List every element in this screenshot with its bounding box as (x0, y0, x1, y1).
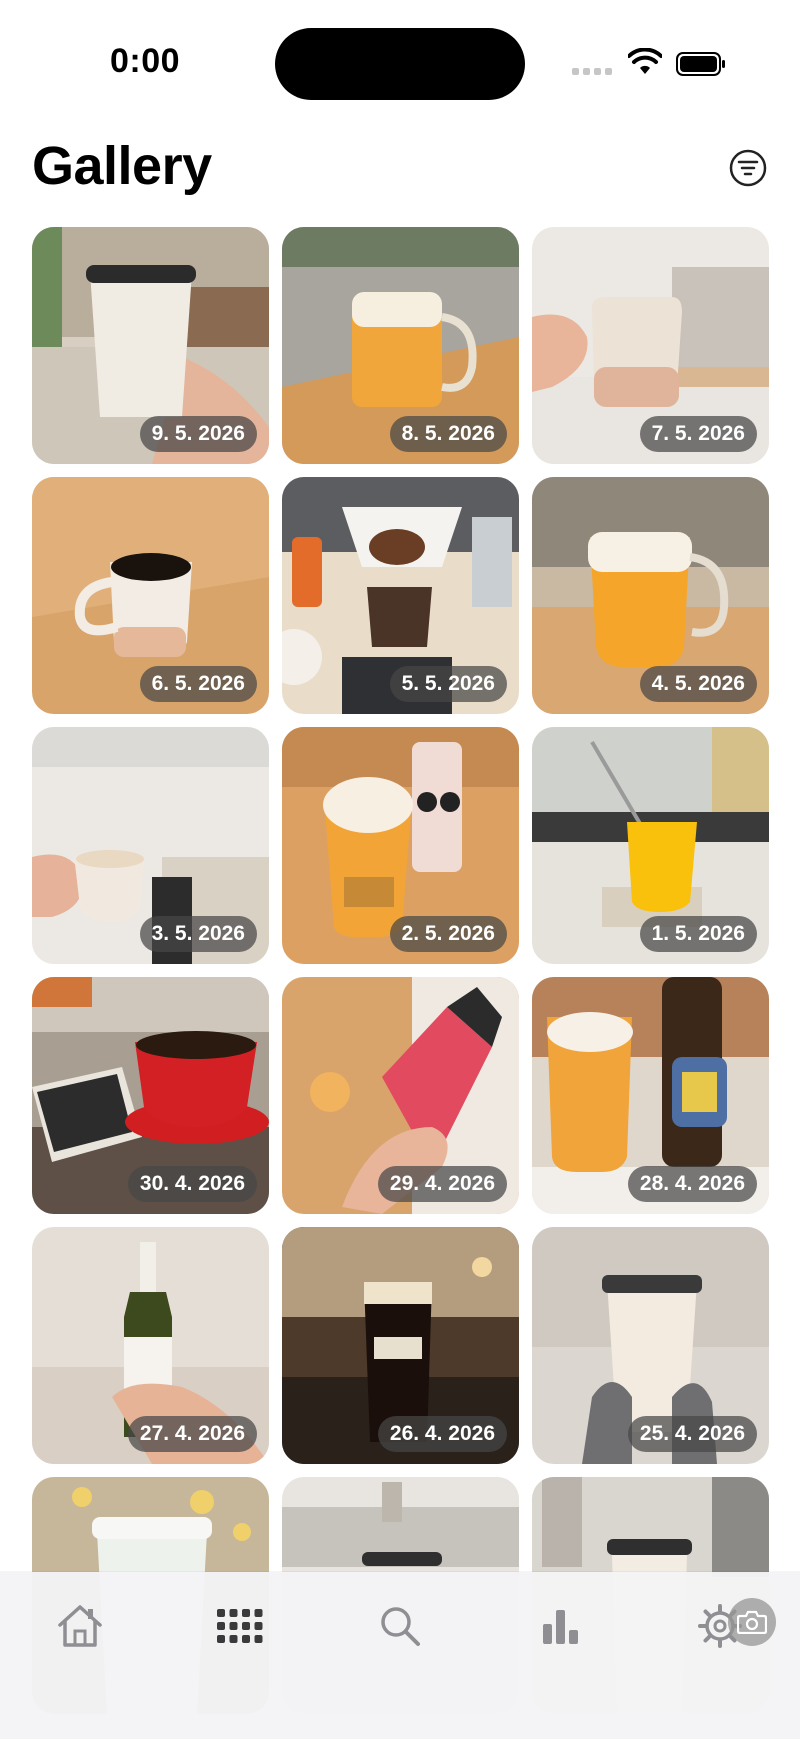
camera-icon (737, 1610, 767, 1634)
gallery-item[interactable]: 8. 5. 2026 (282, 227, 519, 464)
photo-date-badge: 27. 4. 2026 (127, 1416, 257, 1452)
status-time: 0:00 (110, 42, 181, 80)
search-icon (381, 1607, 420, 1646)
gallery-item[interactable]: 3. 5. 2026 (32, 727, 269, 964)
photo-date-badge: 6. 5. 2026 (139, 666, 257, 702)
photo-date-badge: 8. 5. 2026 (389, 416, 507, 452)
photo-date-badge: 5. 5. 2026 (389, 666, 507, 702)
gallery-item[interactable]: 30. 4. 2026 (32, 977, 269, 1214)
gallery-item[interactable]: 25. 4. 2026 (532, 1227, 769, 1464)
photo-date-badge: 3. 5. 2026 (139, 916, 257, 952)
photo-date-badge: 30. 4. 2026 (127, 1166, 257, 1202)
photo-date-badge: 2. 5. 2026 (389, 916, 507, 952)
dynamic-island (275, 28, 525, 100)
gallery-item[interactable]: 6. 5. 2026 (32, 477, 269, 714)
gallery-item[interactable]: 26. 4. 2026 (282, 1227, 519, 1464)
gallery-item[interactable]: 29. 4. 2026 (282, 977, 519, 1214)
camera-button[interactable] (728, 1598, 776, 1646)
gallery-item[interactable]: 5. 5. 2026 (282, 477, 519, 714)
tab-gallery[interactable] (210, 1596, 270, 1656)
home-icon (58, 1605, 102, 1647)
tab-search[interactable] (370, 1596, 430, 1656)
photo-date-badge: 25. 4. 2026 (627, 1416, 757, 1452)
gallery-item[interactable]: 1. 5. 2026 (532, 727, 769, 964)
gallery-item[interactable]: 4. 5. 2026 (532, 477, 769, 714)
gallery-item[interactable]: 9. 5. 2026 (32, 227, 269, 464)
gallery-item[interactable]: 7. 5. 2026 (532, 227, 769, 464)
photo-date-badge: 26. 4. 2026 (377, 1416, 507, 1452)
photo-date-badge: 7. 5. 2026 (639, 416, 757, 452)
tab-home[interactable] (50, 1596, 110, 1656)
page-title: Gallery (32, 136, 212, 196)
battery-icon (676, 52, 725, 76)
photo-date-badge: 4. 5. 2026 (639, 666, 757, 702)
photo-date-badge: 29. 4. 2026 (377, 1166, 507, 1202)
gallery-item[interactable]: 27. 4. 2026 (32, 1227, 269, 1464)
photo-date-badge: 28. 4. 2026 (627, 1166, 757, 1202)
grid-icon (217, 1609, 263, 1643)
tab-stats[interactable] (530, 1596, 590, 1656)
photo-date-badge: 9. 5. 2026 (139, 416, 257, 452)
photo-date-badge: 1. 5. 2026 (639, 916, 757, 952)
cellular-signal-icon (572, 68, 612, 78)
wifi-icon (628, 48, 662, 74)
status-bar: 0:00 (0, 0, 800, 110)
tab-bar (0, 1572, 800, 1739)
gallery-item[interactable]: 28. 4. 2026 (532, 977, 769, 1214)
filter-lines-icon (729, 149, 767, 187)
gallery-item[interactable]: 2. 5. 2026 (282, 727, 519, 964)
stats-icon (543, 1610, 578, 1644)
gallery-grid: 9. 5. 2026 8. 5. 2026 7. 5. 2026 6. 5. 2… (32, 227, 769, 1714)
filter-button[interactable] (728, 148, 768, 188)
